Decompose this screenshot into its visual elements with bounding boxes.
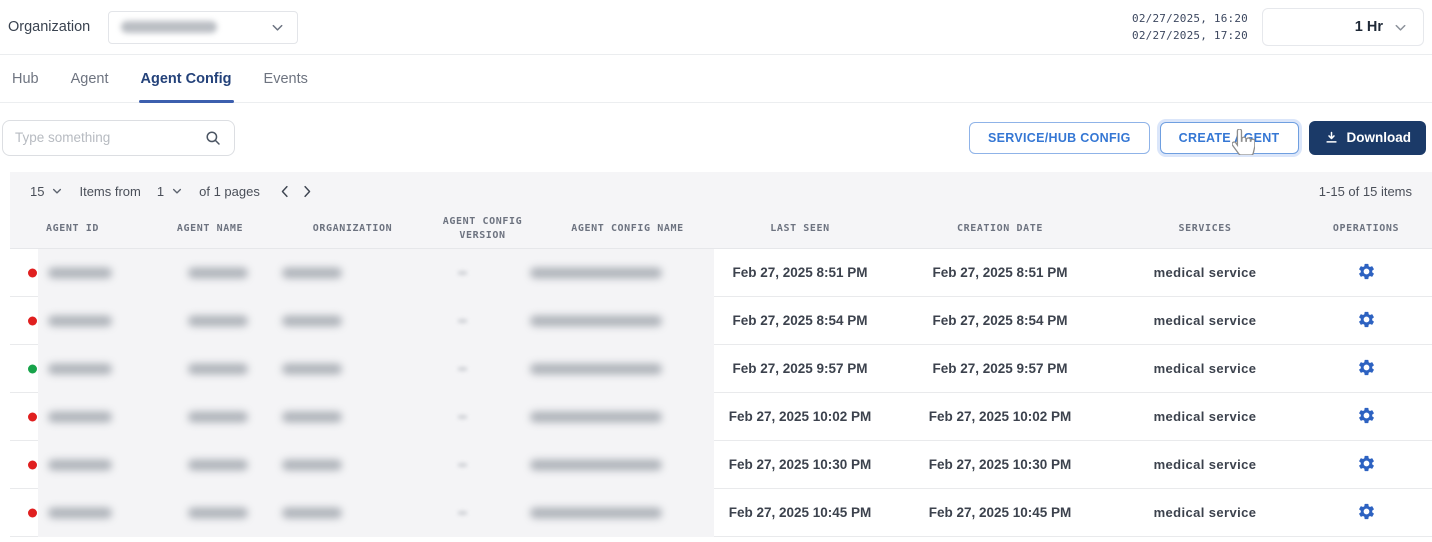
agent-id-cell (10, 441, 135, 488)
search-icon[interactable] (204, 129, 222, 147)
gear-icon (1357, 406, 1376, 425)
column-header-agent-config-name: AGENT CONFIG NAME (545, 222, 710, 236)
table-body: Feb 27, 2025 8:51 PM Feb 27, 2025 8:51 P… (10, 248, 1432, 537)
status-dot (28, 460, 37, 469)
table-row[interactable]: Feb 27, 2025 10:02 PM Feb 27, 2025 10:02… (10, 393, 1432, 441)
agent-id-cell (10, 249, 135, 296)
creation-date-cell: Feb 27, 2025 10:45 PM (890, 505, 1110, 520)
items-from-label: Items from (79, 184, 140, 199)
next-page-button[interactable] (303, 185, 312, 198)
creation-date-cell: Feb 27, 2025 8:54 PM (890, 313, 1110, 328)
service-hub-config-button[interactable]: SERVICE/HUB CONFIG (969, 122, 1150, 154)
status-dot (28, 316, 37, 325)
status-dot (28, 268, 37, 277)
time-range-display: 02/27/2025, 16:20 02/27/2025, 17:20 (1132, 10, 1248, 44)
services-cell: medical service (1110, 265, 1300, 280)
column-header-agent-id: AGENT ID (10, 222, 135, 236)
column-header-creation-date: CREATION DATE (890, 222, 1110, 236)
toolbar: SERVICE/HUB CONFIG CREATE AGENT Download (0, 103, 1432, 172)
agent-id-cell (10, 297, 135, 344)
services-cell: medical service (1110, 505, 1300, 520)
operations-button[interactable] (1353, 258, 1380, 288)
search-input[interactable] (15, 130, 196, 145)
items-range-summary: 1-15 of 15 items (1319, 184, 1412, 199)
chevron-right-icon (303, 185, 312, 198)
gear-icon (1357, 310, 1376, 329)
table-row[interactable]: Feb 27, 2025 10:30 PM Feb 27, 2025 10:30… (10, 441, 1432, 489)
last-seen-cell: Feb 27, 2025 8:51 PM (710, 265, 890, 280)
chevron-down-icon (51, 185, 63, 197)
status-dot (28, 364, 37, 373)
gear-icon (1357, 262, 1376, 281)
creation-date-cell: Feb 27, 2025 10:30 PM (890, 457, 1110, 472)
operations-button[interactable] (1353, 498, 1380, 528)
last-seen-cell: Feb 27, 2025 10:02 PM (710, 409, 890, 424)
agent-id-cell (10, 489, 135, 536)
services-cell: medical service (1110, 313, 1300, 328)
agent-id-cell (10, 345, 135, 392)
time-range-select[interactable]: 1 Hr (1262, 8, 1424, 46)
agent-id-cell (10, 393, 135, 440)
table-row[interactable]: Feb 27, 2025 10:45 PM Feb 27, 2025 10:45… (10, 489, 1432, 537)
agent-config-panel: 15 Items from 1 of 1 pages 1-15 of 15 it… (10, 172, 1432, 537)
column-header-agent-name: AGENT NAME (135, 222, 285, 236)
chevron-down-icon (270, 20, 285, 35)
operations-button[interactable] (1353, 402, 1380, 432)
creation-date-cell: Feb 27, 2025 8:51 PM (890, 265, 1110, 280)
total-pages-label: of 1 pages (199, 184, 260, 199)
download-icon (1324, 130, 1339, 145)
last-seen-cell: Feb 27, 2025 8:54 PM (710, 313, 890, 328)
status-dot (28, 412, 37, 421)
column-header-services: SERVICES (1110, 222, 1300, 236)
last-seen-cell: Feb 27, 2025 10:45 PM (710, 505, 890, 520)
table-row[interactable]: Feb 27, 2025 8:51 PM Feb 27, 2025 8:51 P… (10, 249, 1432, 297)
status-dot (28, 508, 37, 517)
table-row[interactable]: Feb 27, 2025 8:54 PM Feb 27, 2025 8:54 P… (10, 297, 1432, 345)
download-button[interactable]: Download (1309, 121, 1427, 155)
page-size-value: 15 (30, 184, 44, 199)
column-header-organization: ORGANIZATION (285, 222, 420, 236)
column-header-agent-config-version: AGENT CONFIG VERSION (420, 215, 545, 243)
services-cell: medical service (1110, 457, 1300, 472)
tab-hub[interactable]: Hub (12, 55, 39, 102)
chevron-down-icon (171, 185, 183, 197)
previous-page-button[interactable] (280, 185, 289, 198)
redacted-organization-value (121, 21, 217, 33)
create-agent-button[interactable]: CREATE AGENT (1160, 122, 1299, 154)
page-size-select[interactable]: 15 (30, 184, 63, 199)
tab-agent[interactable]: Agent (71, 55, 109, 102)
creation-date-cell: Feb 27, 2025 10:02 PM (890, 409, 1110, 424)
column-header-operations: OPERATIONS (1300, 222, 1432, 236)
top-bar: Organization 02/27/2025, 16:20 02/27/202… (0, 0, 1432, 55)
table-row[interactable]: Feb 27, 2025 9:57 PM Feb 27, 2025 9:57 P… (10, 345, 1432, 393)
search-box (2, 120, 235, 156)
download-button-label: Download (1347, 130, 1412, 145)
services-cell: medical service (1110, 361, 1300, 376)
tab-events[interactable]: Events (264, 55, 308, 102)
time-range-value: 1 Hr (1355, 19, 1383, 35)
services-cell: medical service (1110, 409, 1300, 424)
last-seen-cell: Feb 27, 2025 10:30 PM (710, 457, 890, 472)
table-header-row: AGENT ID AGENT NAME ORGANIZATION AGENT C… (10, 210, 1432, 248)
organization-label: Organization (8, 19, 90, 35)
gear-icon (1357, 358, 1376, 377)
time-range-start: 02/27/2025, 16:20 (1132, 10, 1248, 27)
pagination-bar: 15 Items from 1 of 1 pages 1-15 of 15 it… (10, 172, 1432, 210)
last-seen-cell: Feb 27, 2025 9:57 PM (710, 361, 890, 376)
chevron-down-icon (1393, 20, 1408, 35)
gear-icon (1357, 502, 1376, 521)
organization-select[interactable] (108, 11, 298, 44)
operations-button[interactable] (1353, 450, 1380, 480)
gear-icon (1357, 454, 1376, 473)
column-header-last-seen: LAST SEEN (710, 222, 890, 236)
tab-bar: Hub Agent Agent Config Events (0, 55, 1432, 103)
tab-agent-config[interactable]: Agent Config (141, 55, 232, 102)
creation-date-cell: Feb 27, 2025 9:57 PM (890, 361, 1110, 376)
page-number-select[interactable]: 1 (157, 184, 183, 199)
chevron-left-icon (280, 185, 289, 198)
operations-button[interactable] (1353, 306, 1380, 336)
page-number-value: 1 (157, 184, 164, 199)
time-range-end: 02/27/2025, 17:20 (1132, 27, 1248, 44)
operations-button[interactable] (1353, 354, 1380, 384)
